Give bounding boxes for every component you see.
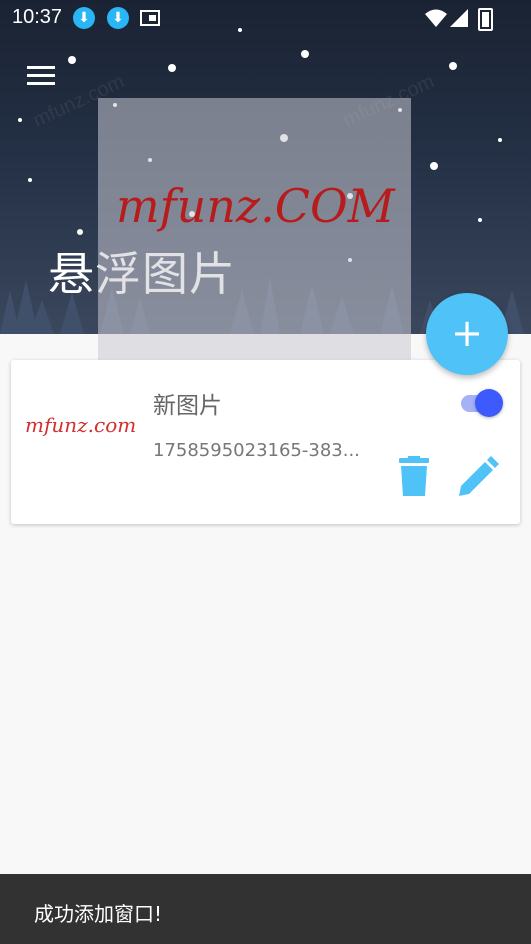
signal-icon: [450, 9, 468, 27]
trash-icon: [399, 456, 429, 496]
edit-button[interactable]: [457, 456, 499, 498]
card-thumbnail: mfunz.com: [25, 413, 135, 437]
add-button[interactable]: +: [426, 293, 508, 375]
plus-icon: +: [451, 311, 483, 355]
snackbar: 成功添加窗口!: [0, 874, 531, 944]
snackbar-message: 成功添加窗口!: [34, 902, 163, 926]
pencil-icon: [459, 456, 499, 496]
toggle-thumb: [475, 389, 503, 417]
card-title: 新图片: [153, 393, 222, 419]
download-icon: ⬇: [107, 7, 129, 29]
floating-image-window[interactable]: mfunz.COM: [98, 98, 411, 360]
wifi-icon: [425, 9, 447, 27]
delete-button[interactable]: [397, 456, 431, 498]
card-filename: 1758595023165-383...: [153, 440, 360, 461]
screen-icon: [140, 10, 160, 26]
battery-icon: [478, 8, 493, 31]
menu-button[interactable]: [27, 66, 55, 88]
svg-text:mfunz.com: mfunz.com: [25, 413, 135, 437]
status-bar: 10:37 ⬇ ⬇: [0, 0, 531, 36]
svg-text:mfunz.COM: mfunz.COM: [116, 179, 397, 233]
status-time: 10:37: [12, 6, 63, 28]
download-icon: ⬇: [73, 7, 95, 29]
enable-toggle[interactable]: [459, 388, 507, 418]
floating-logo: mfunz.COM: [116, 179, 397, 233]
image-card[interactable]: mfunz.com 新图片 1758595023165-383...: [11, 360, 520, 524]
menu-icon: [27, 66, 55, 69]
